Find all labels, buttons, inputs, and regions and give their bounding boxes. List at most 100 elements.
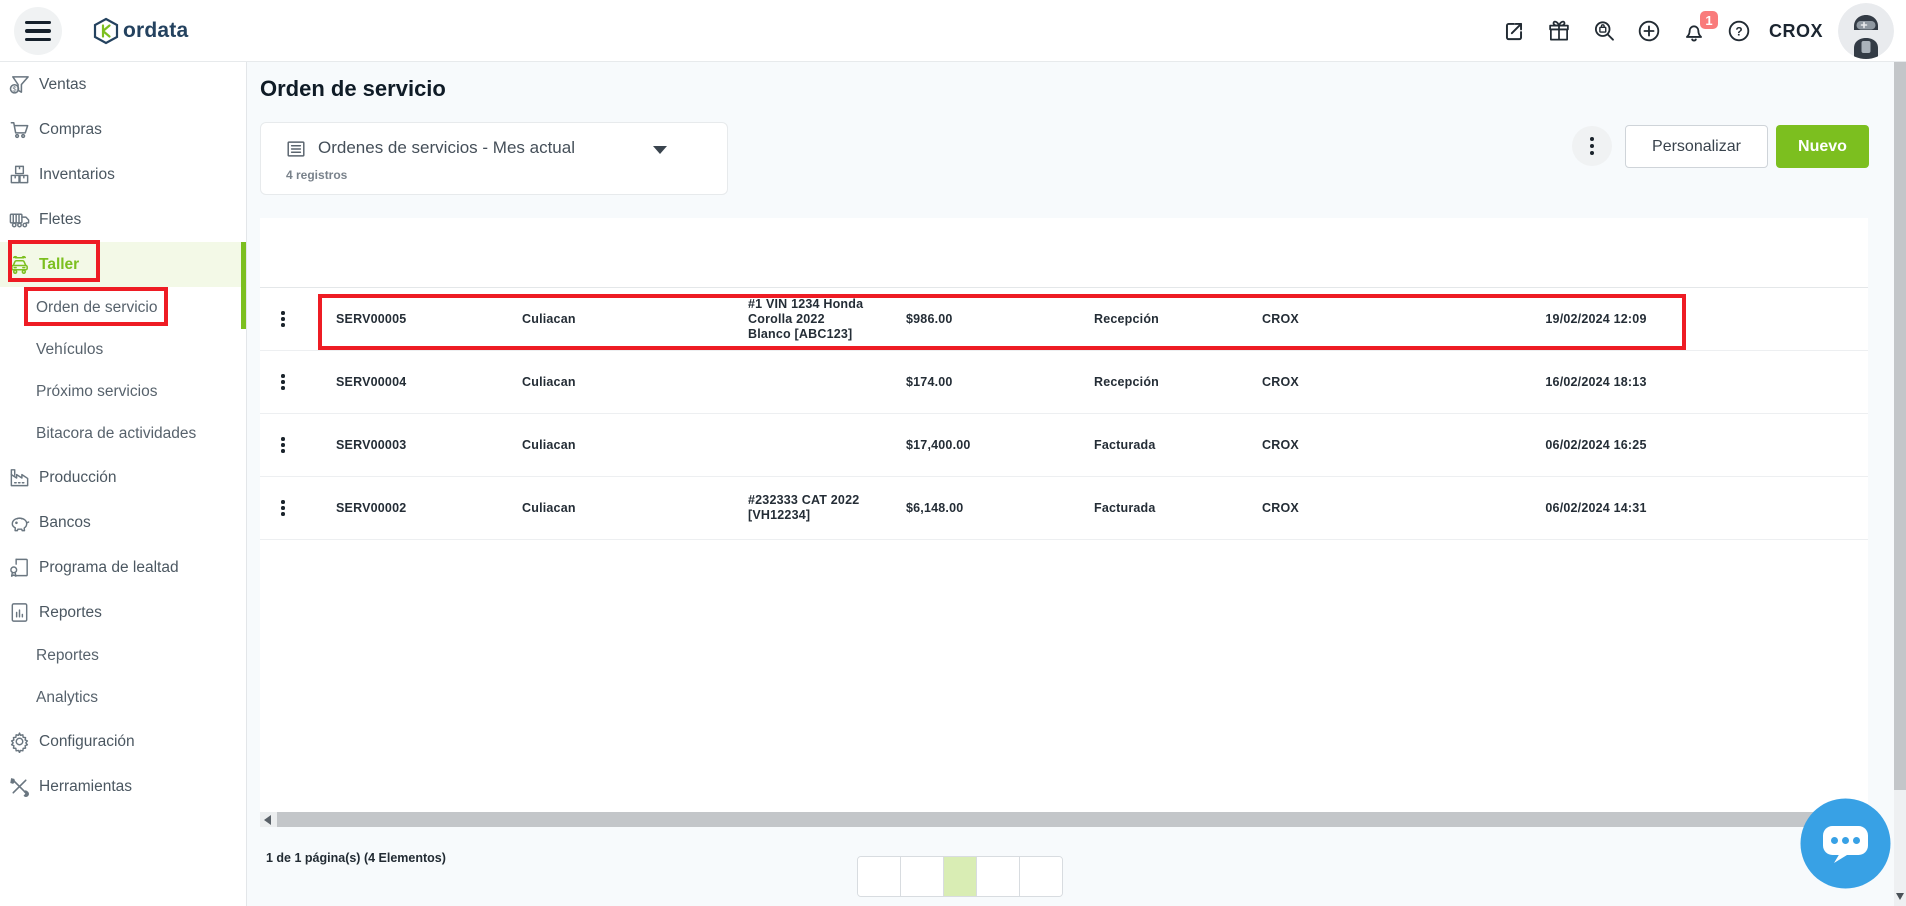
cell-ejecutivo: CROX: [1236, 501, 1466, 516]
cell-importe-total: $6,148.00: [876, 501, 1066, 516]
gear-icon: [8, 730, 32, 754]
kordata-logo[interactable]: ordata: [92, 0, 188, 62]
cell-sucursal: Culiacan: [496, 501, 716, 516]
external-link-icon[interactable]: [1499, 16, 1529, 46]
table-row[interactable]: SERV00004 Culiacan $174.00 Recepción CRO…: [260, 351, 1868, 414]
cell-vehiculo: #232333 CAT 2022 [VH12234]: [716, 493, 876, 523]
table-header-row: [260, 218, 1868, 288]
chat-widget-button[interactable]: [1799, 797, 1892, 890]
scroll-down-icon[interactable]: [1896, 893, 1904, 900]
sidebar-item-configuracion[interactable]: Configuración: [0, 719, 246, 764]
cell-folio: SERV00004: [306, 375, 496, 390]
cell-estado: Recepción: [1066, 375, 1236, 390]
sidebar-item-label: Herramientas: [39, 778, 132, 796]
cell-vehiculo: #1 VIN 1234 Honda Corolla 2022 Blanco [A…: [716, 297, 876, 342]
sidebar-item-fletes[interactable]: Fletes: [0, 197, 246, 242]
sidebar-item-ventas[interactable]: Ventas: [0, 62, 246, 107]
table-row[interactable]: SERV00003 Culiacan $17,400.00 Facturada …: [260, 414, 1868, 477]
chevron-down-icon[interactable]: [653, 146, 667, 154]
cell-estado: Recepción: [1066, 312, 1236, 327]
sidebar-item-label: Bancos: [39, 514, 91, 532]
main-content: Orden de servicio Ordenes de servicios -…: [247, 62, 1906, 906]
truck-icon: [8, 208, 32, 232]
sidebar-item-compras[interactable]: Compras: [0, 107, 246, 152]
cell-fecha-registro: 16/02/2024 18:13: [1466, 375, 1726, 390]
row-kebab-menu-icon[interactable]: [260, 477, 306, 539]
cell-fecha-registro: 06/02/2024 16:25: [1466, 438, 1726, 453]
sidebar-item-analytics[interactable]: Analytics: [0, 677, 246, 719]
vertical-scrollbar[interactable]: [1894, 62, 1906, 906]
sidebar-item-inventarios[interactable]: Inventarios: [0, 152, 246, 197]
plus-circle-icon[interactable]: [1634, 16, 1664, 46]
sidebar-item-label: Programa de lealtad: [39, 559, 179, 577]
cell-importe-total: $174.00: [876, 375, 1066, 390]
robot-avatar-icon: [1838, 3, 1894, 59]
funnel-dollar-icon: [8, 73, 32, 97]
sidebar-item-orden-de-servicio[interactable]: Orden de servicio: [0, 287, 246, 329]
table-row[interactable]: SERV00005 Culiacan #1 VIN 1234 Honda Cor…: [260, 288, 1868, 351]
page-title: Orden de servicio: [260, 76, 446, 102]
page-button-page-1[interactable]: [943, 857, 976, 896]
table-body: SERV00005 Culiacan #1 VIN 1234 Honda Cor…: [260, 288, 1868, 540]
cell-fecha-registro: 19/02/2024 12:09: [1466, 312, 1726, 327]
sidebar-item-produccion[interactable]: Producción: [0, 455, 246, 500]
row-kebab-menu-icon[interactable]: [260, 288, 306, 350]
car-service-icon: [8, 253, 32, 277]
sidebar-item-bancos[interactable]: Bancos: [0, 500, 246, 545]
horizontal-scrollbar[interactable]: [260, 812, 1868, 827]
kebab-menu-icon[interactable]: [1572, 126, 1612, 166]
new-button[interactable]: Nuevo: [1776, 125, 1869, 168]
sidebar-item-taller[interactable]: Taller: [0, 242, 246, 287]
cell-ejecutivo: CROX: [1236, 312, 1466, 327]
report-icon: [8, 601, 32, 625]
table-row[interactable]: SERV00002 Culiacan #232333 CAT 2022 [VH1…: [260, 477, 1868, 540]
page-button-primero[interactable]: [858, 857, 900, 896]
page-button-siguiente[interactable]: [976, 857, 1019, 896]
sidebar-item-programa-de-lealtad[interactable]: Programa de lealtad: [0, 545, 246, 590]
personalize-button[interactable]: Personalizar: [1625, 125, 1768, 168]
user-name: CROX: [1769, 21, 1823, 42]
help-circle-icon[interactable]: [1724, 16, 1754, 46]
scroll-left-icon[interactable]: [264, 815, 271, 825]
tools-icon: [8, 775, 32, 799]
piggy-bank-icon: [8, 511, 32, 535]
logo-text: ordata: [123, 19, 188, 43]
sidebar-item-label: Analytics: [36, 689, 98, 707]
menu-icon[interactable]: [14, 7, 62, 55]
topbar: ordata 1 CROX: [0, 0, 1906, 62]
user-avatar[interactable]: [1838, 3, 1894, 59]
active-section-indicator: [241, 242, 246, 329]
pagination: [857, 856, 1063, 897]
cell-estado: Facturada: [1066, 501, 1236, 516]
cell-importe-total: $17,400.00: [876, 438, 1066, 453]
cell-ejecutivo: CROX: [1236, 438, 1466, 453]
horizontal-scrollbar-thumb[interactable]: [277, 812, 1856, 827]
notification-badge: 1: [1698, 9, 1720, 31]
row-kebab-menu-icon[interactable]: [260, 351, 306, 413]
view-selector[interactable]: Ordenes de servicios - Mes actual 4 regi…: [260, 122, 728, 195]
advanced-search-icon[interactable]: [1589, 16, 1619, 46]
sidebar-item-herramientas[interactable]: Herramientas: [0, 764, 246, 809]
sidebar-item-bitacora-de-actividades[interactable]: Bitacora de actividades: [0, 413, 246, 455]
sidebar-item-proximo-servicios[interactable]: Próximo servicios: [0, 371, 246, 413]
list-icon: [285, 138, 307, 160]
sidebar-item-reportes[interactable]: Reportes: [0, 590, 246, 635]
bell-icon[interactable]: 1: [1679, 16, 1709, 46]
sidebar-item-label: Bitacora de actividades: [36, 425, 196, 443]
sidebar-item-vehiculos[interactable]: Vehículos: [0, 329, 246, 371]
vertical-scrollbar-thumb[interactable]: [1894, 62, 1906, 790]
cell-folio: SERV00005: [306, 312, 496, 327]
sidebar-item-label: Inventarios: [39, 166, 115, 184]
page-button-ultimo[interactable]: [1019, 857, 1062, 896]
gift-icon[interactable]: [1544, 16, 1574, 46]
factory-icon: [8, 466, 32, 490]
boxes-icon: [8, 163, 32, 187]
cell-sucursal: Culiacan: [496, 438, 716, 453]
sidebar-item-label: Producción: [39, 469, 117, 487]
row-kebab-menu-icon[interactable]: [260, 414, 306, 476]
sidebar-item-reportes-sub[interactable]: Reportes: [0, 635, 246, 677]
sidebar-item-label: Vehículos: [36, 341, 103, 359]
sidebar-item-label: Fletes: [39, 211, 81, 229]
page-button-atras[interactable]: [900, 857, 943, 896]
loyalty-certificate-icon: [8, 556, 32, 580]
